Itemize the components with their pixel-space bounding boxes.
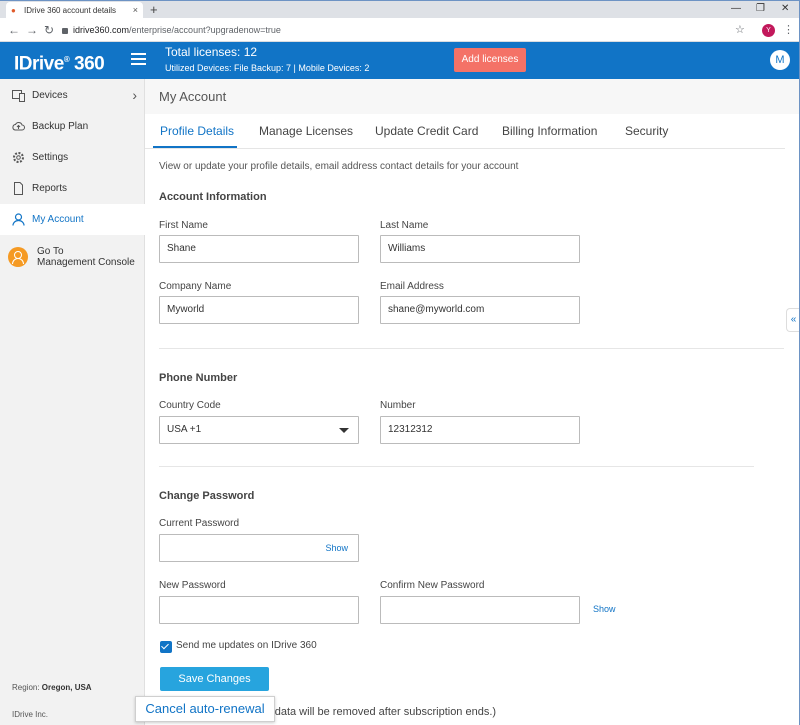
account-information-heading: Account Information: [159, 191, 267, 203]
sidebar-item-label: My Account: [32, 214, 84, 225]
current-password-field[interactable]: Show: [159, 534, 359, 562]
updates-checkbox[interactable]: [160, 641, 172, 653]
subscription-notice: r data will be removed after subscriptio…: [268, 706, 497, 718]
browser-tab[interactable]: ● IDrive 360 account details ×: [6, 2, 143, 19]
add-licenses-button[interactable]: Add licenses: [454, 48, 526, 72]
first-name-field[interactable]: Shane: [159, 235, 359, 263]
sidebar-item-reports[interactable]: Reports: [0, 173, 145, 204]
go-to-management-console[interactable]: Go To Management Console: [0, 241, 145, 277]
region-value: Oregon, USA: [41, 683, 92, 692]
region-label: Region:: [12, 683, 42, 692]
url-domain: idrive360.com: [73, 25, 130, 35]
sidebar-item-label: Devices: [32, 90, 68, 101]
show-password-link[interactable]: Show: [325, 535, 348, 561]
copyright: IDrive Inc.: [12, 710, 49, 719]
logo-suffix: 360: [74, 53, 105, 75]
last-name-field[interactable]: Williams: [380, 235, 580, 263]
logo-text: IDrive: [14, 53, 64, 75]
sidebar-item-label: Reports: [32, 183, 68, 194]
tab-manage-licenses[interactable]: Manage Licenses: [259, 124, 353, 138]
user-circle-icon: [8, 247, 28, 267]
reload-icon[interactable]: ↻: [44, 22, 54, 38]
total-licenses: Total licenses: 12: [165, 45, 258, 59]
close-tab-icon[interactable]: ×: [133, 2, 138, 19]
user-avatar[interactable]: M: [770, 50, 790, 70]
active-tab-indicator: [153, 146, 237, 148]
cloud-upload-icon: [12, 122, 25, 131]
app-header: IDrive® 360 Total licenses: 12 Utilized …: [0, 42, 800, 79]
company-name-field[interactable]: Myworld: [159, 296, 359, 324]
document-icon: [14, 182, 23, 195]
change-password-heading: Change Password: [159, 490, 255, 502]
divider: [159, 466, 754, 467]
chevron-right-icon: ›: [132, 87, 137, 103]
country-code-select[interactable]: USA +1: [159, 416, 359, 444]
sidebar-item-backup-plan[interactable]: Backup Plan: [0, 111, 145, 142]
divider: [159, 348, 784, 349]
show-new-password-link[interactable]: Show: [593, 604, 616, 614]
last-name-label: Last Name: [380, 220, 429, 231]
sidebar-item-my-account[interactable]: My Account: [0, 204, 145, 235]
new-tab-button[interactable]: +: [150, 1, 158, 18]
lock-icon: [62, 27, 68, 34]
idrive-360-logo[interactable]: IDrive® 360: [14, 49, 105, 75]
devices-icon: [12, 90, 25, 102]
browser-profile-avatar[interactable]: Y: [762, 24, 775, 37]
sidebar-item-devices[interactable]: Devices ›: [0, 80, 145, 111]
first-name-label: First Name: [159, 220, 208, 231]
email-address-label: Email Address: [380, 281, 444, 292]
phone-number-heading: Phone Number: [159, 372, 238, 384]
close-window-icon[interactable]: ✕: [781, 1, 789, 17]
forward-icon[interactable]: →: [26, 22, 38, 38]
new-password-field[interactable]: [159, 596, 359, 624]
goto-line-1: Go To: [37, 246, 64, 257]
tab-profile-details[interactable]: Profile Details: [160, 124, 234, 138]
new-password-label: New Password: [159, 580, 226, 591]
save-changes-button[interactable]: Save Changes: [160, 667, 269, 691]
sidebar-item-settings[interactable]: Settings: [0, 142, 145, 173]
restore-window-icon[interactable]: ❐: [756, 1, 765, 17]
browser-menu-icon[interactable]: ⋮: [783, 23, 794, 36]
hamburger-menu-icon[interactable]: [131, 53, 146, 66]
browser-tab-title: IDrive 360 account details: [24, 6, 117, 15]
company-name-label: Company Name: [159, 281, 232, 292]
minimize-window-icon[interactable]: —: [731, 1, 741, 17]
tab-security[interactable]: Security: [625, 124, 668, 138]
sidebar-item-label: Backup Plan: [32, 121, 89, 132]
utilized-devices: Utilized Devices: File Backup: 7 | Mobil…: [165, 63, 370, 73]
confirm-password-field[interactable]: [380, 596, 580, 624]
email-address-field[interactable]: shane@myworld.com: [380, 296, 580, 324]
url-path: /enterprise/account?upgradenow=true: [129, 25, 281, 35]
page-title: My Account: [159, 89, 227, 104]
sidebar: Devices › Backup Plan Settings Reports M…: [0, 79, 145, 725]
idrive-favicon-icon: ●: [11, 6, 16, 15]
back-icon[interactable]: ←: [8, 22, 20, 38]
bookmark-star-icon[interactable]: ☆: [735, 23, 745, 36]
address-bar: ← → ↻ idrive360.com/enterprise/account?u…: [0, 18, 800, 42]
number-label: Number: [380, 400, 416, 411]
account-tabs: Profile Details Manage Licenses Update C…: [145, 114, 785, 149]
updates-checkbox-label: Send me updates on IDrive 360: [176, 640, 317, 651]
country-code-label: Country Code: [159, 400, 221, 411]
user-icon: [12, 213, 25, 226]
browser-tab-strip: ● IDrive 360 account details × + — ❐ ✕: [0, 0, 800, 19]
page-header: My Account: [145, 79, 800, 114]
tab-update-credit-card[interactable]: Update Credit Card: [375, 124, 478, 138]
cancel-auto-renewal-link[interactable]: Cancel auto-renewal: [135, 696, 275, 722]
tab-billing-information[interactable]: Billing Information: [502, 124, 597, 138]
sidebar-item-label: Settings: [32, 152, 69, 163]
confirm-password-label: Confirm New Password: [380, 580, 485, 591]
current-password-label: Current Password: [159, 518, 240, 529]
url-field[interactable]: idrive360.com/enterprise/account?upgrade…: [62, 21, 752, 39]
collapse-panel-icon[interactable]: «: [786, 308, 800, 332]
phone-number-field[interactable]: 12312312: [380, 416, 580, 444]
gear-icon: [13, 152, 24, 163]
profile-description: View or update your profile details, ema…: [159, 161, 519, 172]
goto-line-2: Management Console: [37, 257, 135, 268]
region-info: Region: Oregon, USA: [12, 683, 92, 692]
